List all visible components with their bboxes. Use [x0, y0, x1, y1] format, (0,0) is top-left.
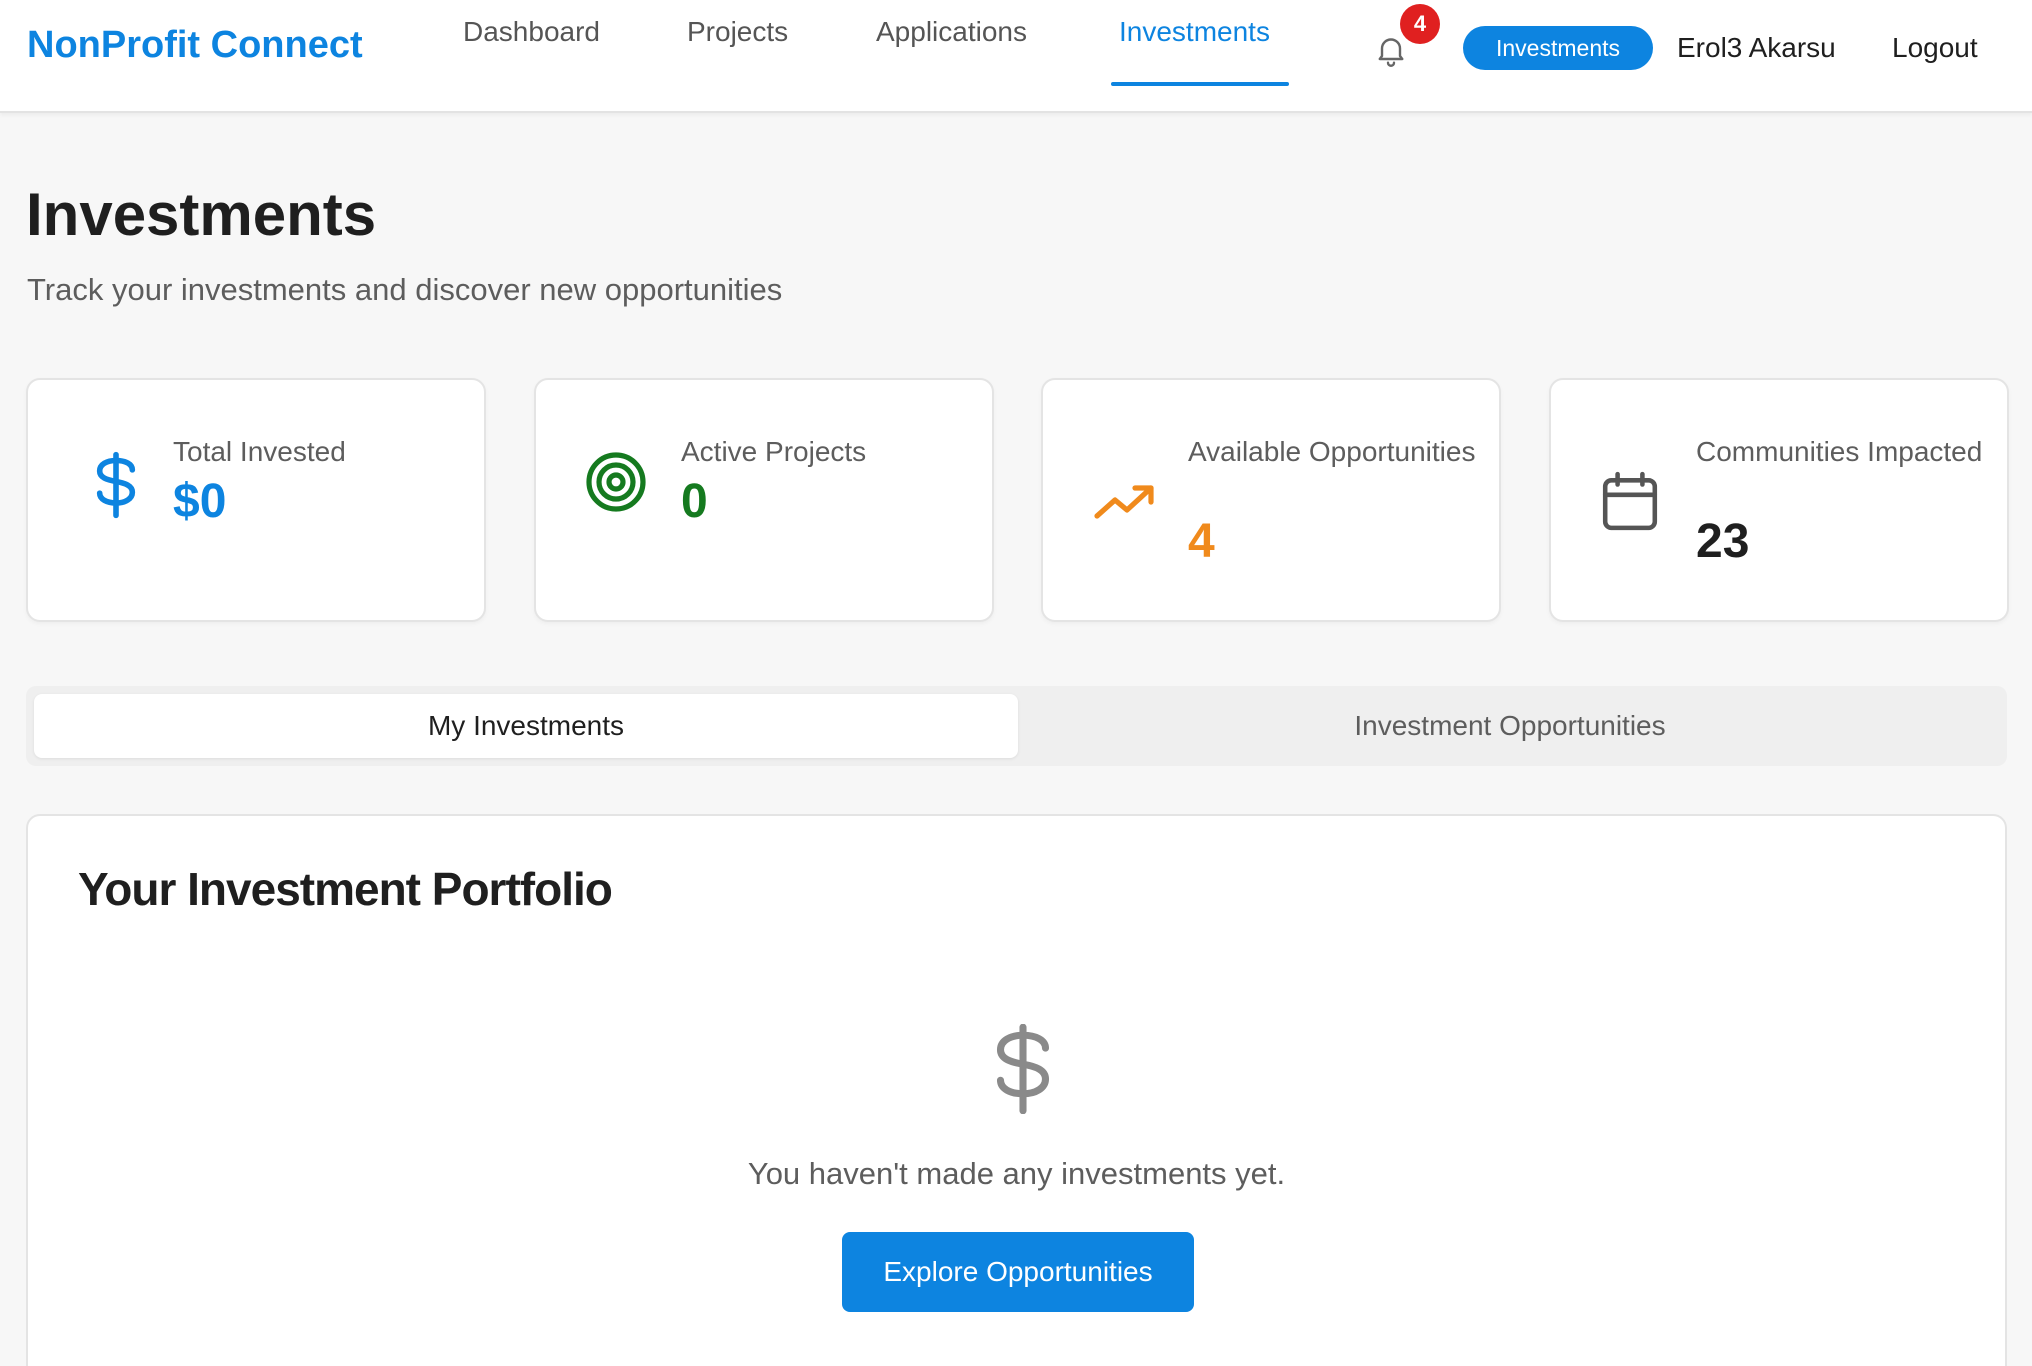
dollar-icon — [996, 1024, 1050, 1114]
stat-value: 23 — [1696, 515, 1750, 568]
stat-value: 0 — [681, 475, 708, 528]
tab-investment-opportunities[interactable]: Investment Opportunities — [1018, 694, 2002, 758]
stat-label: Total Invested — [173, 436, 346, 467]
brand-logo[interactable]: NonProfit Connect — [27, 24, 363, 67]
page-title: Investments — [26, 181, 377, 248]
stat-label: Active Projects — [681, 436, 867, 467]
tab-my-investments[interactable]: My Investments — [34, 694, 1018, 758]
nav-link-investments[interactable]: Investments — [1119, 12, 1270, 52]
logout-button[interactable]: Logout — [1892, 28, 1978, 68]
nav-link-dashboard[interactable]: Dashboard — [463, 12, 600, 52]
top-nav: NonProfit Connect Dashboard Projects App… — [0, 0, 2032, 113]
portfolio-title: Your Investment Portfolio — [78, 863, 613, 915]
nav-link-applications[interactable]: Applications — [876, 12, 1027, 52]
target-icon — [586, 452, 646, 512]
notification-badge: 4 — [1400, 4, 1440, 44]
explore-opportunities-button[interactable]: Explore Opportunities — [842, 1232, 1194, 1312]
stat-value: $0 — [173, 475, 227, 528]
empty-state-text: You haven't made any investments yet. — [747, 1156, 1286, 1191]
nav-link-projects[interactable]: Projects — [687, 12, 788, 52]
dollar-icon — [96, 451, 136, 519]
stat-label: Available Opportunities — [1188, 436, 1476, 467]
stat-label: Communities Impacted — [1696, 436, 1983, 467]
stat-value: 4 — [1188, 515, 1215, 568]
bell-icon[interactable] — [1373, 32, 1409, 68]
stat-card-active-projects: Active Projects 0 — [534, 378, 994, 622]
active-nav-indicator — [1111, 82, 1289, 86]
portfolio-panel: Your Investment Portfolio You haven't ma… — [26, 814, 2007, 1366]
calendar-icon — [1602, 471, 1658, 531]
user-name[interactable]: Erol3 Akarsu — [1677, 28, 1836, 68]
role-pill[interactable]: Investments — [1463, 26, 1653, 70]
stat-card-total-invested: Total Invested $0 — [26, 378, 486, 622]
stat-card-available-opportunities: Available Opportunities 4 — [1041, 378, 1501, 622]
page-subtitle: Track your investments and discover new … — [27, 272, 783, 307]
trending-up-icon — [1094, 485, 1154, 519]
tab-bar: My Investments Investment Opportunities — [26, 686, 2007, 766]
stat-card-communities-impacted: Communities Impacted 23 — [1549, 378, 2009, 622]
